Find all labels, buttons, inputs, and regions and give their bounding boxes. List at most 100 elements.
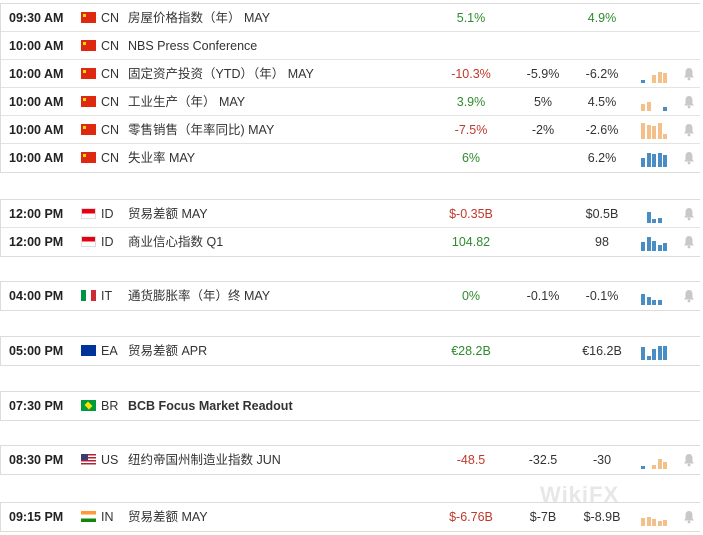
forecast-value: -0.1% bbox=[526, 289, 560, 303]
bell-alert-icon[interactable] bbox=[683, 123, 695, 137]
event-name[interactable]: 工业生产（年） MAY bbox=[128, 88, 245, 116]
event-name[interactable]: 失业率 MAY bbox=[128, 144, 195, 172]
actual-value: 5.1% bbox=[456, 11, 486, 25]
history-bar bbox=[663, 73, 667, 83]
bell-alert-icon[interactable] bbox=[683, 453, 695, 467]
event-group: 05:00 PM EA 贸易差额 APR €28.2B €16.2B bbox=[0, 336, 700, 366]
event-row[interactable]: 10:00 AM CN 零售销售（年率同比) MAY -7.5% -2% -2.6% bbox=[1, 116, 700, 144]
event-time: 10:00 AM bbox=[9, 67, 64, 81]
history-bar bbox=[663, 346, 667, 360]
history-mini-chart[interactable] bbox=[641, 65, 669, 83]
event-row[interactable]: 10:00 AM CN 固定资产投资（YTD）（年） MAY -10.3% -5.9% -… bbox=[1, 60, 700, 88]
history-bar bbox=[657, 346, 662, 360]
event-name[interactable]: NBS Press Conference bbox=[128, 32, 257, 60]
event-name[interactable]: 贸易差额 MAY bbox=[128, 503, 208, 531]
history-mini-chart[interactable] bbox=[641, 287, 669, 305]
event-group: 08:30 PM US 纽约帝国州制造业指数 JUN -48.5 -32.5 -30 bbox=[0, 445, 700, 475]
event-group: 07:30 PM BR BCB Focus Market Readout bbox=[0, 391, 700, 421]
event-row[interactable]: 10:00 AM CN 工业生产（年） MAY 3.9% 5% 4.5% bbox=[1, 88, 700, 116]
flag-cn-icon bbox=[81, 152, 96, 163]
forecast-value bbox=[513, 4, 573, 32]
bell-alert-icon[interactable] bbox=[683, 235, 695, 249]
event-time: 04:00 PM bbox=[9, 289, 64, 303]
history-mini-chart[interactable] bbox=[641, 205, 669, 223]
event-row[interactable]: 10:00 AM CN NBS Press Conference bbox=[1, 32, 700, 60]
history-mini-chart[interactable] bbox=[641, 508, 669, 526]
history-bar bbox=[663, 107, 667, 111]
event-name[interactable]: 固定资产投资（YTD）（年） MAY bbox=[128, 60, 314, 88]
previous-value: $0.5B bbox=[585, 207, 619, 221]
history-bar bbox=[663, 520, 667, 526]
history-mini-chart[interactable] bbox=[641, 451, 669, 469]
event-time: 12:00 PM bbox=[9, 235, 64, 249]
event-name[interactable]: 房屋价格指数（年） MAY bbox=[128, 4, 270, 32]
event-name[interactable]: 商业信心指数 Q1 bbox=[128, 228, 223, 256]
event-row[interactable]: 12:00 PM ID 商业信心指数 Q1 104.82 98 bbox=[1, 228, 700, 256]
history-bar bbox=[657, 521, 662, 526]
country-code: CN bbox=[101, 95, 120, 109]
history-mini-chart[interactable] bbox=[641, 342, 669, 360]
flag-ea-icon bbox=[81, 345, 96, 356]
history-mini-chart[interactable] bbox=[641, 93, 669, 111]
history-bar bbox=[646, 125, 651, 139]
event-name[interactable]: 纽约帝国州制造业指数 JUN bbox=[128, 446, 281, 474]
previous-value: 4.5% bbox=[587, 95, 617, 109]
history-bar bbox=[663, 462, 667, 469]
country-code: ID bbox=[101, 235, 114, 249]
actual-value: €28.2B bbox=[451, 344, 491, 358]
flag-us-icon bbox=[81, 454, 96, 465]
forecast-value: -5.9% bbox=[526, 67, 560, 81]
history-bar bbox=[641, 347, 645, 360]
event-row[interactable]: 04:00 PM IT 通货膨胀率（年）终 MAY 0% -0.1% -0.1% bbox=[1, 282, 700, 310]
history-bar bbox=[641, 518, 645, 526]
actual-value: -7.5% bbox=[454, 123, 488, 137]
previous-value: 4.9% bbox=[587, 11, 617, 25]
event-time: 07:30 PM bbox=[9, 399, 64, 413]
history-bar bbox=[641, 242, 645, 251]
forecast-value: 5% bbox=[533, 95, 553, 109]
country-code: US bbox=[101, 453, 119, 467]
event-row[interactable]: 10:00 AM CN 失业率 MAY 6% 6.2% bbox=[1, 144, 700, 172]
history-bar bbox=[657, 218, 662, 223]
history-bar bbox=[646, 102, 651, 111]
history-bar bbox=[646, 356, 651, 360]
event-time: 09:30 AM bbox=[9, 11, 64, 25]
event-row[interactable]: 09:30 AM CN 房屋价格指数（年） MAY 5.1% 4.9% bbox=[1, 4, 700, 32]
event-name[interactable]: 零售销售（年率同比) MAY bbox=[128, 116, 274, 144]
history-bar bbox=[657, 123, 662, 139]
bell-alert-icon[interactable] bbox=[683, 151, 695, 165]
event-name[interactable]: BCB Focus Market Readout bbox=[128, 392, 293, 420]
event-time: 09:15 PM bbox=[9, 510, 64, 524]
event-name[interactable]: 贸易差额 MAY bbox=[128, 200, 208, 228]
history-mini-chart[interactable] bbox=[641, 233, 669, 251]
event-row[interactable]: 08:30 PM US 纽约帝国州制造业指数 JUN -48.5 -32.5 -30 bbox=[1, 446, 700, 474]
event-group: 09:30 AM CN 房屋价格指数（年） MAY 5.1% 4.9% 10:00 AM C… bbox=[0, 3, 700, 173]
history-bar bbox=[663, 155, 667, 167]
history-bar bbox=[652, 300, 656, 305]
history-bar bbox=[652, 219, 656, 223]
history-mini-chart[interactable] bbox=[641, 121, 669, 139]
event-time: 12:00 PM bbox=[9, 207, 64, 221]
forecast-value bbox=[513, 392, 573, 420]
event-name[interactable]: 贸易差额 APR bbox=[128, 337, 207, 365]
event-row[interactable]: 05:00 PM EA 贸易差额 APR €28.2B €16.2B bbox=[1, 337, 700, 365]
event-name[interactable]: 通货膨胀率（年）终 MAY bbox=[128, 282, 270, 310]
event-row[interactable]: 07:30 PM BR BCB Focus Market Readout bbox=[1, 392, 700, 420]
bell-alert-icon[interactable] bbox=[683, 510, 695, 524]
flag-it-icon bbox=[81, 290, 96, 301]
history-mini-chart[interactable] bbox=[641, 149, 669, 167]
bell-alert-icon[interactable] bbox=[683, 95, 695, 109]
previous-value: -0.1% bbox=[585, 289, 619, 303]
event-time: 10:00 AM bbox=[9, 95, 64, 109]
history-bar bbox=[641, 158, 645, 167]
event-row[interactable]: 12:00 PM ID 贸易差额 MAY $-0.35B $0.5B bbox=[1, 200, 700, 228]
bell-alert-icon[interactable] bbox=[683, 67, 695, 81]
bell-alert-icon[interactable] bbox=[683, 289, 695, 303]
bell-alert-icon[interactable] bbox=[683, 207, 695, 221]
previous-value: 6.2% bbox=[587, 151, 617, 165]
actual-value bbox=[431, 392, 511, 420]
previous-value: 98 bbox=[595, 235, 609, 249]
previous-value: -30 bbox=[592, 453, 612, 467]
event-time: 05:00 PM bbox=[9, 344, 64, 358]
previous-value: -6.2% bbox=[585, 67, 619, 81]
